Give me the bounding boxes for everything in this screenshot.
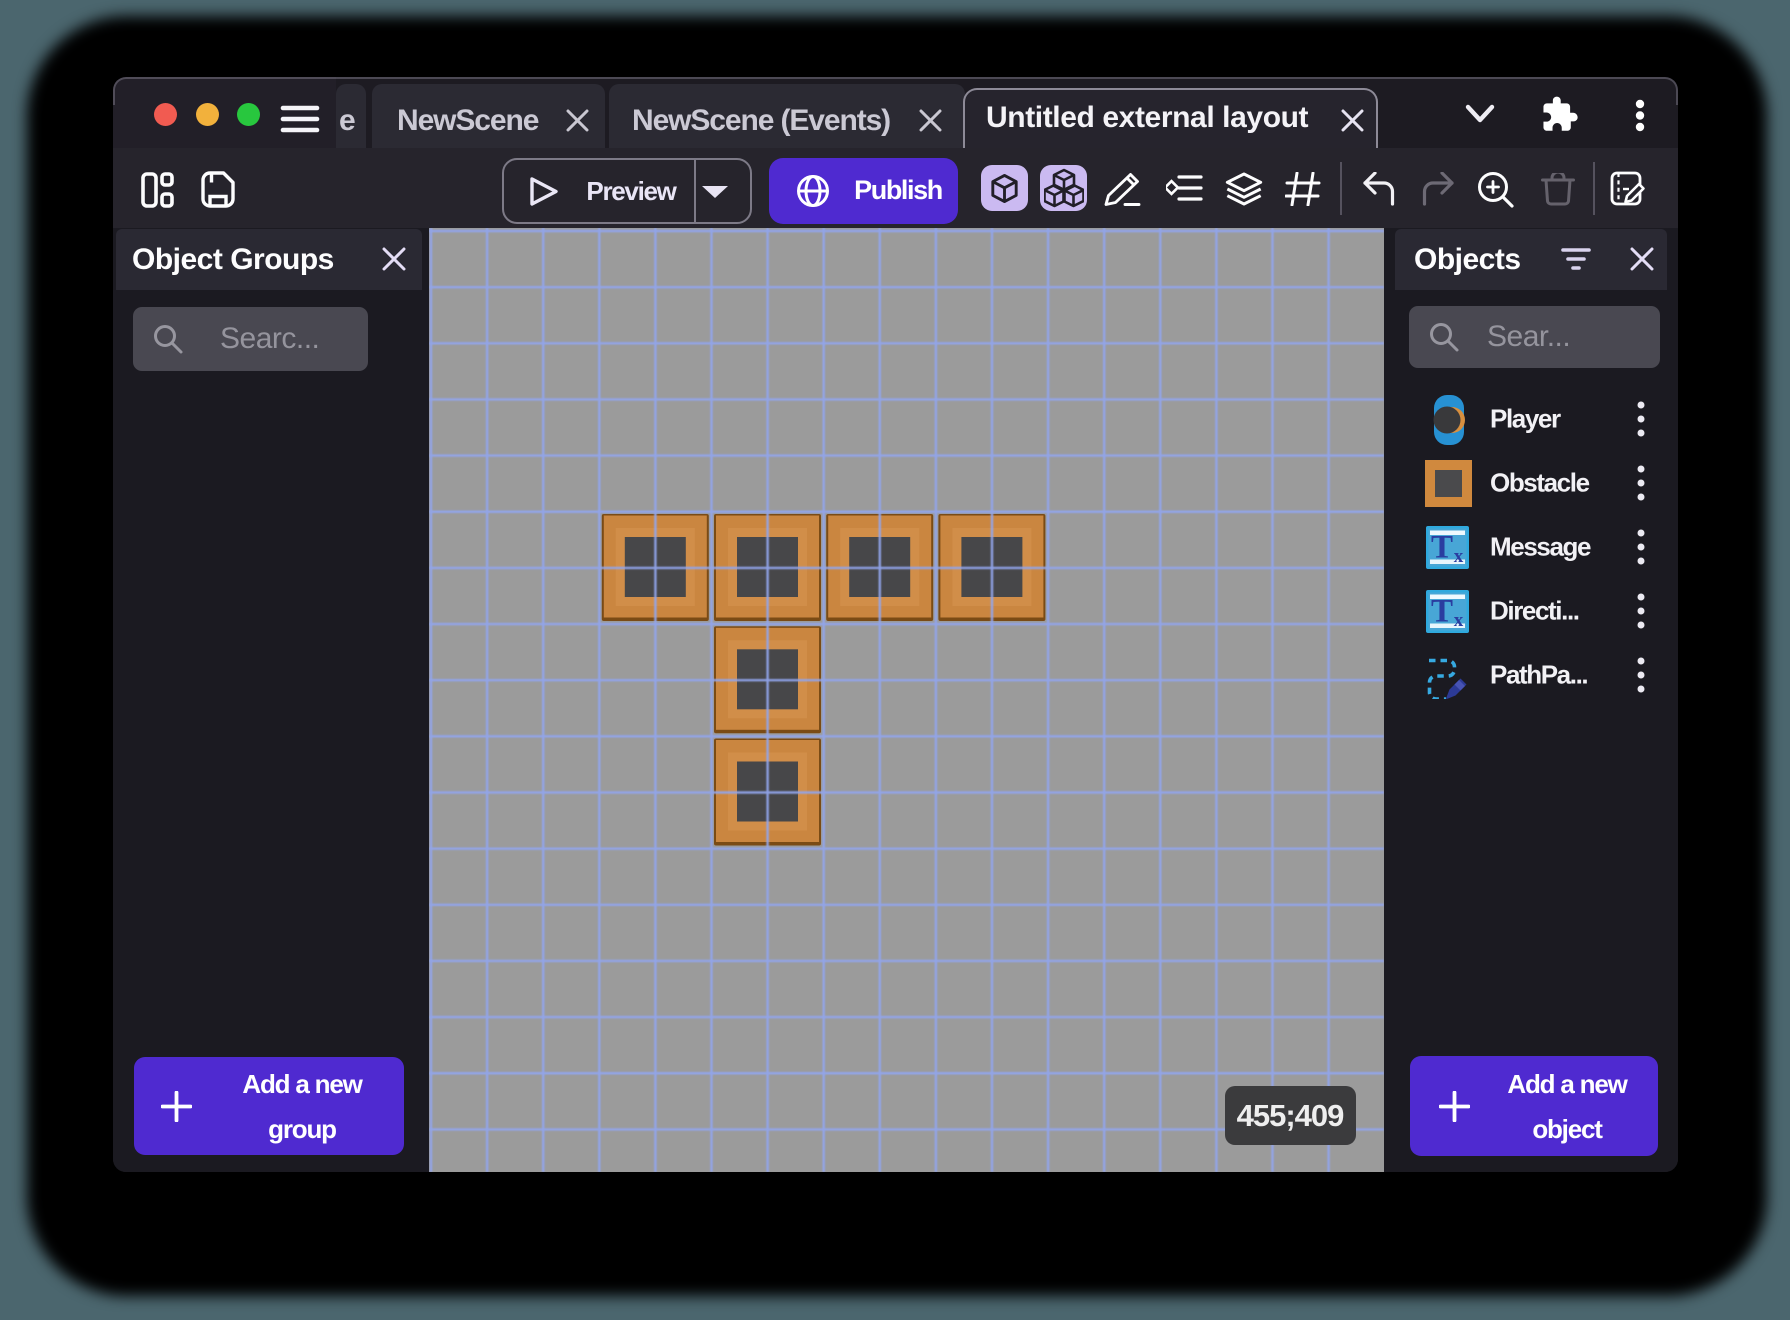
svg-text:T: T	[1431, 530, 1453, 566]
svg-text:x: x	[1454, 546, 1464, 567]
svg-text:x: x	[1454, 610, 1464, 631]
svg-text:455;409: 455;409	[1237, 1098, 1345, 1133]
svg-text:T: T	[1431, 594, 1453, 630]
